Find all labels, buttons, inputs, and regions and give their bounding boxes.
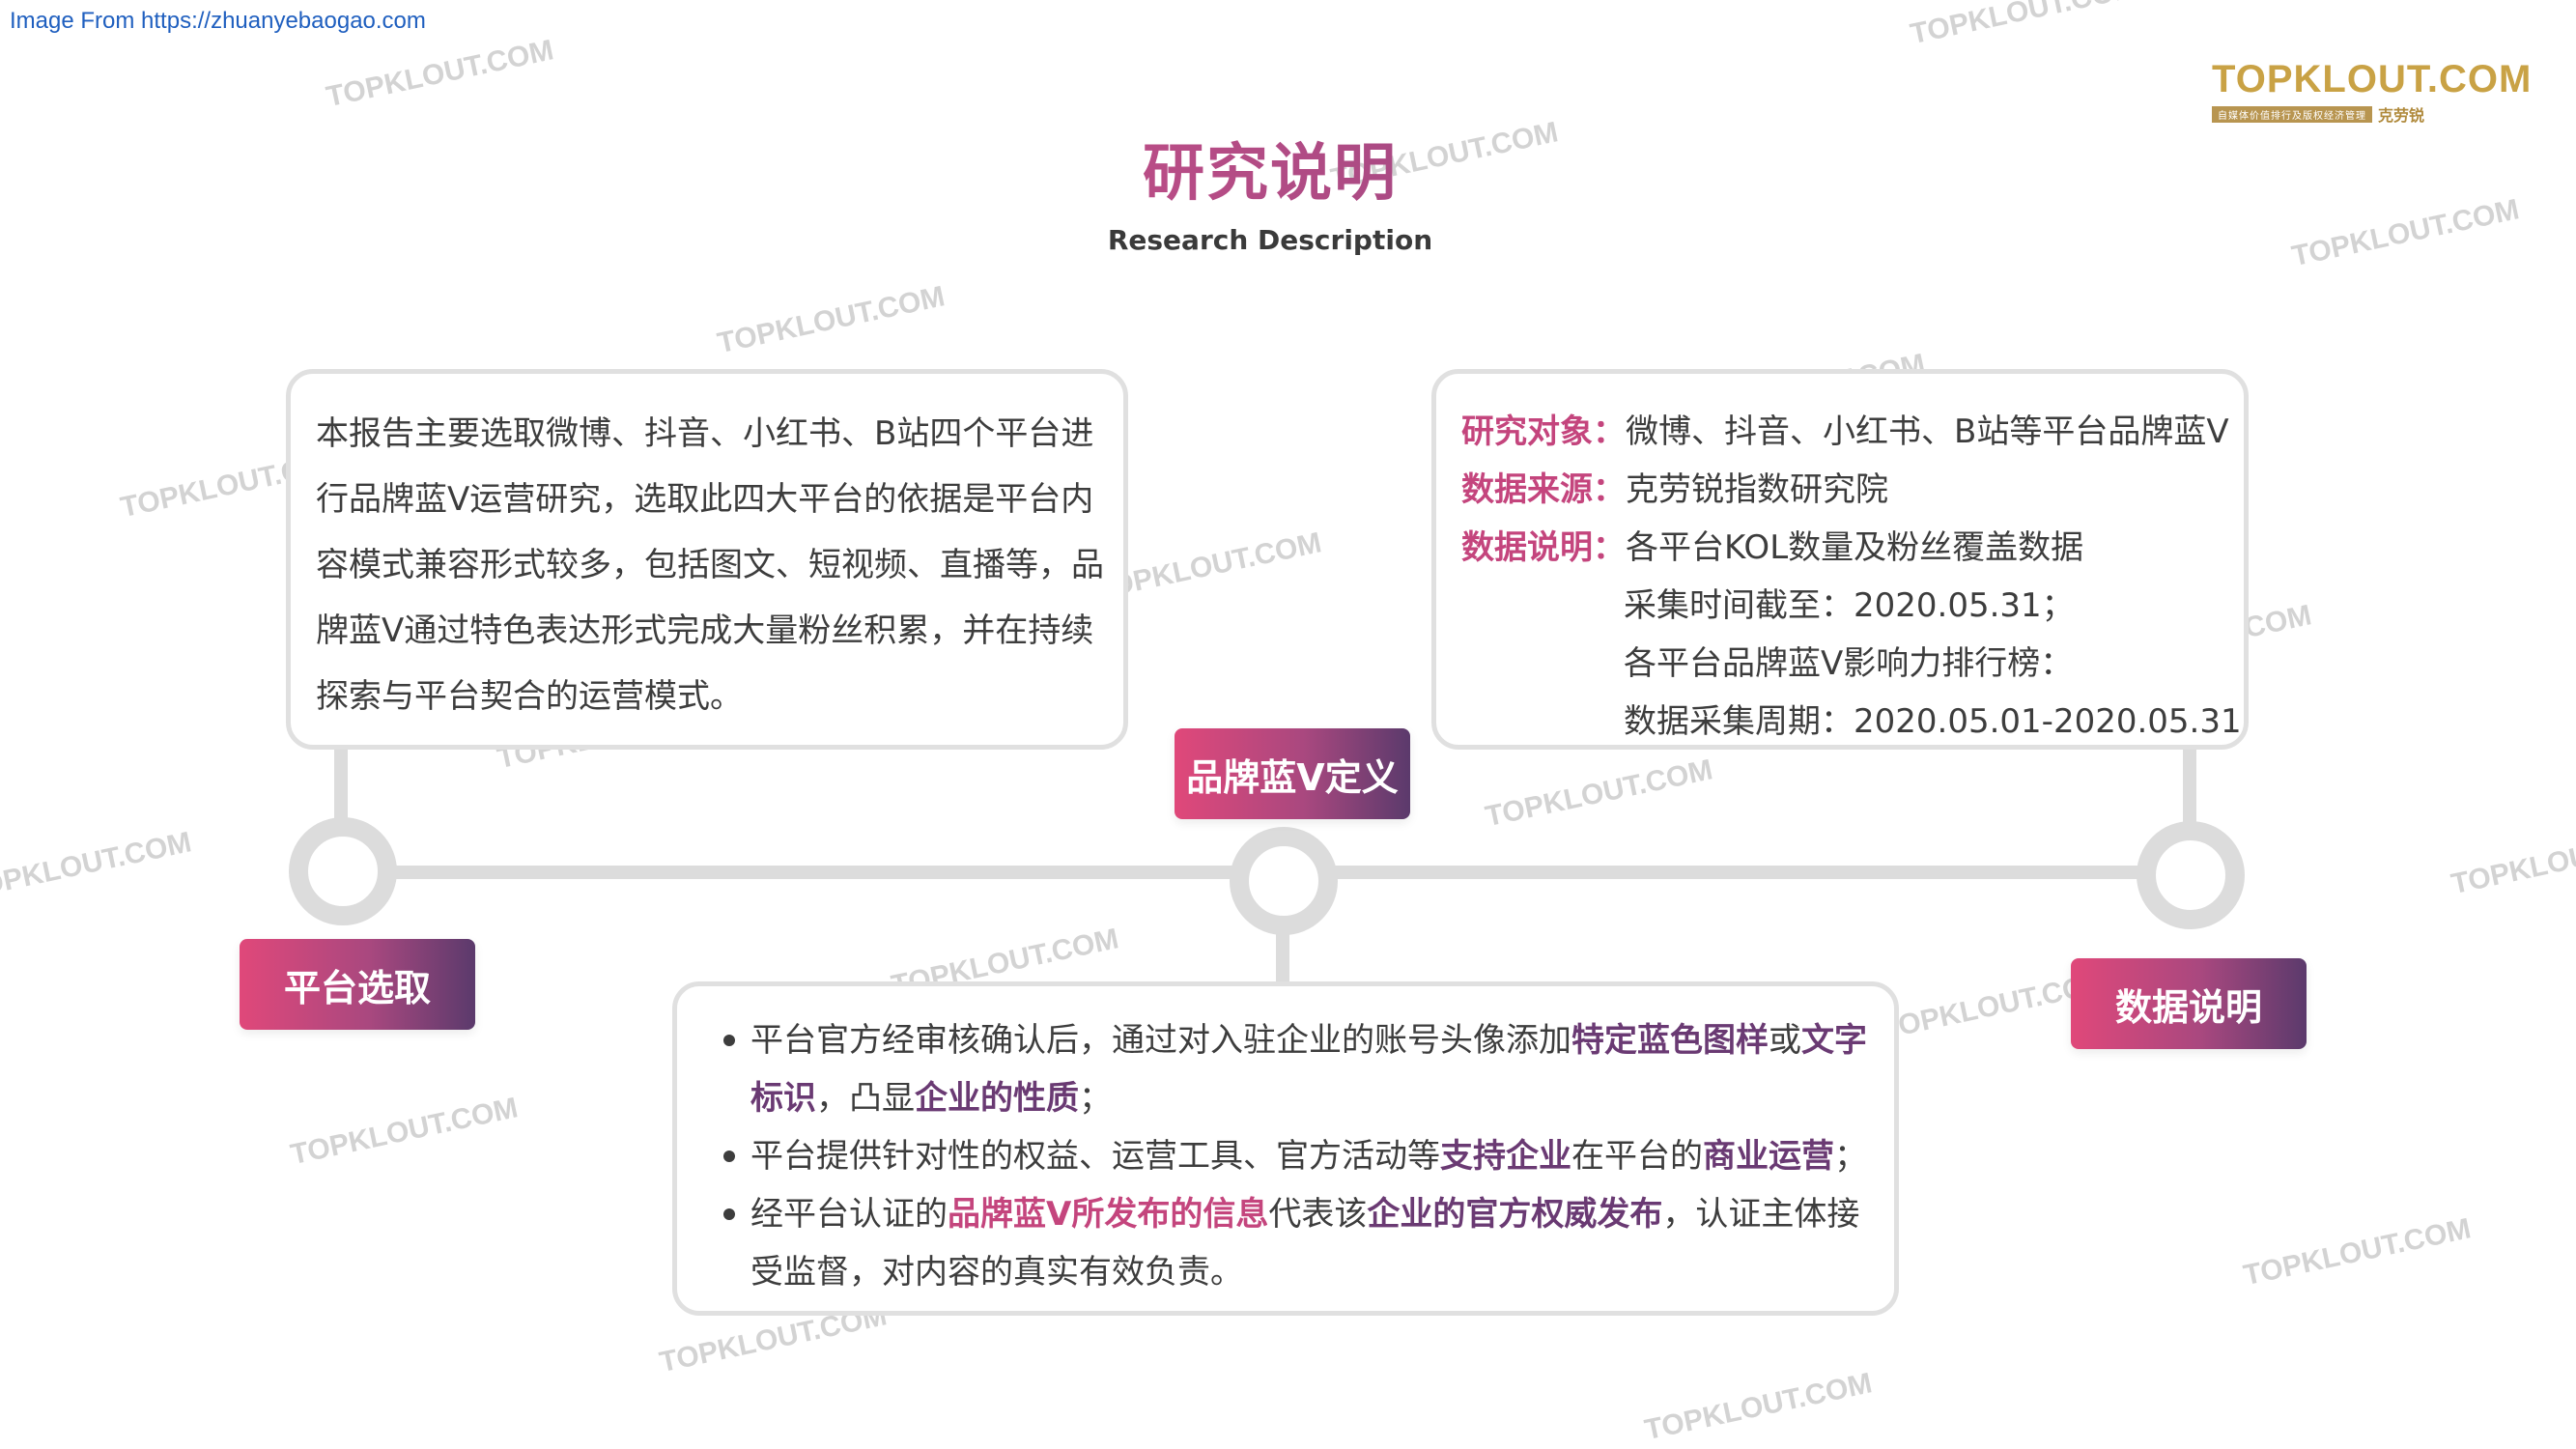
data-source-key: 数据来源： <box>1461 470 1626 509</box>
timeline-node-left <box>289 817 397 925</box>
logo-text: TOPKLOUT.COM <box>2212 58 2533 100</box>
definition-bullet-1: 平台官方经审核确认后，通过对入驻企业的账号头像添加特定蓝色图样或文字标识，凸显企… <box>723 1011 1879 1127</box>
page-subtitle: Research Description <box>1107 224 1433 256</box>
definition-bullet-3: 经平台认证的品牌蓝V所发布的信息代表该企业的官方权威发布，认证主体接受监督，对内… <box>723 1185 1879 1301</box>
bullet-dot-icon <box>723 1035 735 1046</box>
definition-bullet-2: 平台提供针对性的权益、运营工具、官方活动等支持企业在平台的商业运营； <box>723 1127 1879 1185</box>
bullet-dot-icon <box>723 1151 735 1162</box>
watermark: TOPKLOUT.COM <box>1908 0 2141 51</box>
label-platform-selection: 平台选取 <box>240 939 475 1030</box>
platform-text: 本报告主要选取微博、抖音、小红书、B站四个平台进行品牌蓝V运营研究，选取此四大平… <box>316 414 1104 716</box>
timeline-node-center <box>1230 827 1338 935</box>
connector-left <box>334 748 348 827</box>
watermark: TOPKLOUT.COM <box>2241 1212 2475 1293</box>
watermark: TOPKLOUT.COM <box>1483 753 1716 834</box>
watermark: TOPKLOUT.COM <box>0 826 195 906</box>
research-object-value: 微博、抖音、小红书、B站等平台品牌蓝V <box>1626 412 2229 451</box>
data-desc-key: 数据说明： <box>1461 528 1626 567</box>
bullet-dot-icon <box>723 1208 735 1220</box>
data-desc-value-3: 各平台品牌蓝V影响力排行榜： <box>1624 644 2074 683</box>
label-data-description: 数据说明 <box>2071 958 2307 1049</box>
label-brand-v-definition: 品牌蓝V定义 <box>1175 728 1410 819</box>
watermark: TOPKLOUT.COM <box>288 1092 522 1172</box>
data-info-box: 研究对象：微博、抖音、小红书、B站等平台品牌蓝V 数据来源：克劳锐指数研究院 数… <box>1431 369 2249 750</box>
source-link[interactable]: Image From https://zhuanyebaogao.com <box>10 8 426 35</box>
data-desc-value-2: 采集时间截至：2020.05.31； <box>1624 586 2075 625</box>
data-desc-value-4: 数据采集周期：2020.05.01-2020.05.31 <box>1624 702 2242 741</box>
data-source-value: 克劳锐指数研究院 <box>1626 470 1888 509</box>
watermark: TOPKLOUT.COM <box>1642 1367 1876 1447</box>
logo-cn-name: 克劳锐 <box>2378 106 2425 125</box>
timeline-node-right <box>2137 821 2245 929</box>
data-desc-value-1: 各平台KOL数量及粉丝覆盖数据 <box>1626 528 2084 567</box>
definition-box: 平台官方经审核确认后，通过对入驻企业的账号头像添加特定蓝色图样或文字标识，凸显企… <box>672 981 1899 1316</box>
brand-logo: TOPKLOUT.COM 自媒体价值排行及版权经济管理 克劳锐 <box>2212 58 2533 126</box>
logo-tagline: 自媒体价值排行及版权经济管理 <box>2212 105 2372 123</box>
platform-box: 本报告主要选取微博、抖音、小红书、B站四个平台进行品牌蓝V运营研究，选取此四大平… <box>286 369 1128 750</box>
watermark: TOPKLOUT.COM <box>2449 821 2576 901</box>
watermark: TOPKLOUT.COM <box>324 34 557 114</box>
research-object-key: 研究对象： <box>1461 412 1626 451</box>
page-title: 研究说明 <box>0 124 2540 213</box>
watermark: TOPKLOUT.COM <box>715 280 948 360</box>
connector-right <box>2183 748 2196 827</box>
